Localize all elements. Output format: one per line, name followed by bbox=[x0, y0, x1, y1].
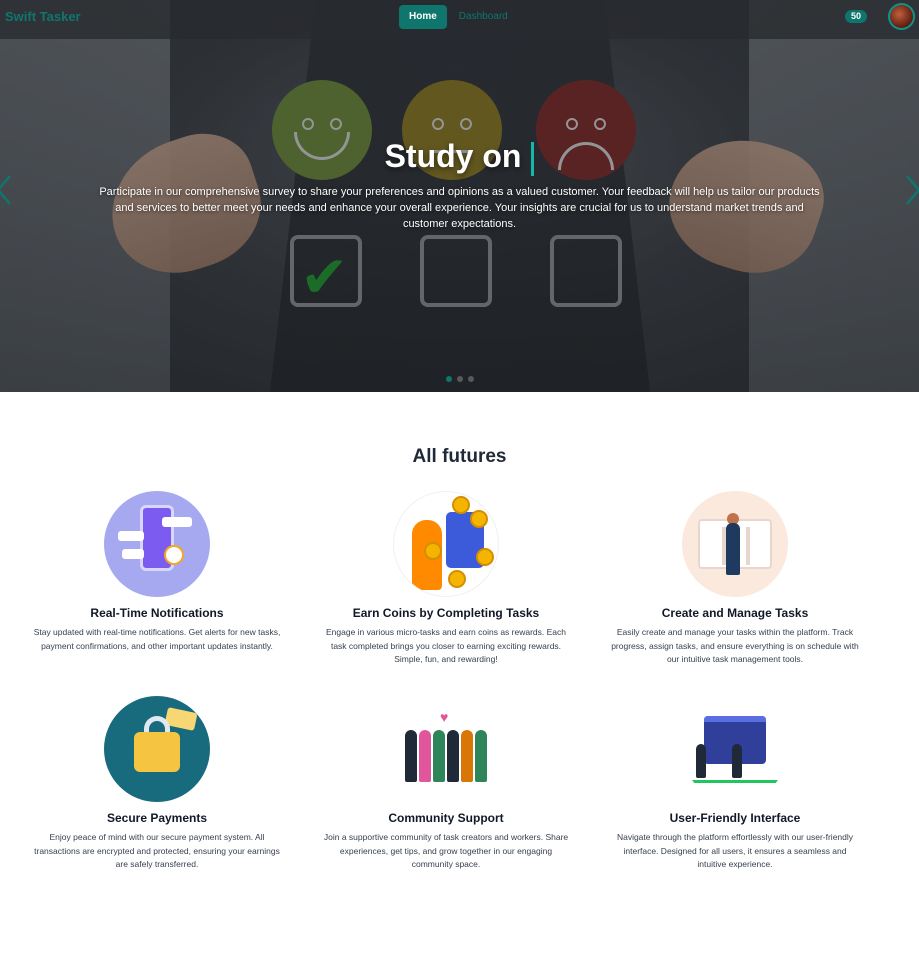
nav-links: Home Dashboard bbox=[399, 5, 510, 29]
feature-description: Navigate through the platform effortless… bbox=[616, 832, 854, 869]
features-section-title: All futures bbox=[412, 446, 507, 467]
feature-title: Community Support bbox=[388, 811, 504, 825]
feature-title: Secure Payments bbox=[106, 811, 208, 825]
coins-illustration-icon bbox=[393, 491, 499, 597]
nav-link-home[interactable]: Home bbox=[399, 5, 447, 29]
hero-description: Participate in our comprehensive survey … bbox=[99, 186, 820, 230]
feature-title: Real-Time Notifications bbox=[90, 606, 224, 620]
notification-illustration-icon bbox=[104, 491, 210, 597]
carousel-indicators bbox=[0, 376, 919, 382]
chevron-right-icon[interactable] bbox=[903, 172, 919, 214]
feature-description: Engage in various micro-tasks and earn c… bbox=[325, 627, 566, 664]
feature-title: Create and Manage Tasks bbox=[661, 606, 809, 620]
chevron-left-icon[interactable] bbox=[0, 172, 14, 214]
carousel-dot[interactable] bbox=[445, 376, 452, 382]
nav-link-dashboard[interactable]: Dashboard bbox=[457, 5, 510, 29]
carousel-dot[interactable] bbox=[467, 376, 474, 382]
community-illustration-icon: ♥ bbox=[393, 696, 499, 802]
feature-description: Enjoy peace of mind with our secure paym… bbox=[34, 832, 280, 869]
feature-card: User-Friendly Interface Navigate through… bbox=[605, 696, 865, 872]
user-interface-illustration-icon bbox=[682, 696, 788, 802]
navbar: Swift Tasker Home Dashboard 50 bbox=[0, 0, 919, 39]
feature-description: Easily create and manage your tasks with… bbox=[611, 627, 859, 664]
carousel-dot[interactable] bbox=[456, 376, 463, 382]
feature-card: Secure Payments Enjoy peace of mind with… bbox=[27, 696, 287, 872]
feature-title: User-Friendly Interface bbox=[669, 811, 801, 825]
feature-card: Real-Time Notifications Stay updated wit… bbox=[27, 491, 287, 653]
feature-description: Stay updated with real-time notification… bbox=[33, 627, 281, 651]
feature-card: Earn Coins by Completing Tasks Engage in… bbox=[316, 491, 576, 667]
brand-logo[interactable]: Swift Tasker bbox=[5, 9, 81, 24]
user-avatar[interactable] bbox=[888, 3, 915, 30]
feature-card: ♥ Community Support Join a supportive co… bbox=[316, 696, 576, 872]
task-board-illustration-icon bbox=[682, 491, 788, 597]
feature-description: Join a supportive community of task crea… bbox=[323, 832, 569, 869]
secure-payment-illustration-icon bbox=[104, 696, 210, 802]
hero-carousel: ✔ Study on Participate in our comprehens… bbox=[0, 0, 919, 392]
typing-cursor bbox=[531, 141, 535, 176]
feature-card: Create and Manage Tasks Easily create an… bbox=[605, 491, 865, 667]
hero-title: Study on bbox=[0, 138, 919, 176]
coin-count-badge: 50 bbox=[845, 10, 867, 23]
feature-title: Earn Coins by Completing Tasks bbox=[352, 606, 540, 620]
